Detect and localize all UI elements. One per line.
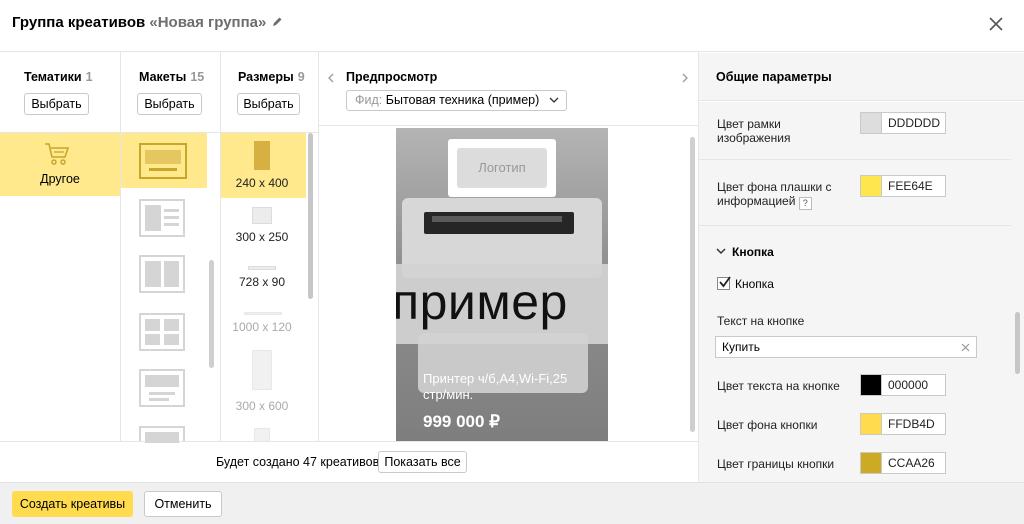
title-prefix: Группа креативов <box>12 14 146 31</box>
button-border-swatch[interactable] <box>860 452 882 474</box>
button-border-label: Цвет границы кнопки <box>717 457 835 471</box>
button-text-color-input[interactable]: 000000 <box>882 374 946 396</box>
preview-scrollbar[interactable] <box>690 137 695 432</box>
size-thumb-728x90[interactable] <box>248 266 276 270</box>
logo-placeholder: Логотип <box>457 148 547 188</box>
button-text-label: Текст на кнопке <box>717 314 805 328</box>
watermark-text: пример <box>396 274 568 330</box>
chevron-down-icon <box>549 97 559 103</box>
shopping-cart-icon <box>45 143 70 165</box>
params-scrollbar[interactable] <box>1015 312 1020 374</box>
divider <box>318 52 319 441</box>
button-checkbox-label[interactable]: Кнопка <box>735 277 774 291</box>
group-name: «Новая группа» <box>149 14 267 31</box>
dialog-header: Группа креативов «Новая группа» <box>0 0 1024 52</box>
button-border-input[interactable]: CCAA26 <box>882 452 946 474</box>
sizes-scrollbar[interactable] <box>308 133 313 299</box>
topics-header: Тематики 1 <box>24 70 93 84</box>
sizes-count: 9 <box>297 70 305 84</box>
size-label[interactable]: 728 x 90 <box>213 275 311 289</box>
plate-bg-label: Цвет фона плашки с информацией ? <box>717 180 847 210</box>
button-checkbox[interactable] <box>717 276 731 290</box>
topics-label: Тематики <box>24 70 82 84</box>
button-text-color-label: Цвет текста на кнопке <box>717 379 840 393</box>
product-price: 999 000 ₽ <box>423 412 500 431</box>
sizes-header: Размеры 9 <box>238 70 305 84</box>
checkmark-icon <box>719 276 731 288</box>
layout-item[interactable] <box>139 369 185 407</box>
frame-color-swatch[interactable] <box>860 112 882 134</box>
plate-bg-input[interactable]: FEE64E <box>882 175 946 197</box>
layouts-label: Макеты <box>139 70 187 84</box>
layouts-header: Макеты 15 <box>139 70 204 84</box>
sizes-label: Размеры <box>238 70 294 84</box>
feed-select[interactable]: Фид: Бытовая техника (пример) <box>346 90 567 111</box>
chevron-right-icon[interactable] <box>681 73 689 83</box>
layout-item[interactable] <box>139 313 185 351</box>
plate-bg-label-text: Цвет фона плашки с информацией <box>717 180 832 208</box>
layout-item[interactable] <box>139 255 185 293</box>
creatives-count-text: Будет создано 47 креативов <box>216 455 380 469</box>
layout-item-selected[interactable] <box>121 133 207 188</box>
frame-color-label: Цвет рамки изображения <box>717 117 791 145</box>
divider <box>0 441 698 442</box>
clear-icon[interactable] <box>961 343 970 352</box>
product-name: Принтер ч/б,А4,Wi-Fi,25 стр/мин. <box>423 371 568 402</box>
size-label: 240 x 400 <box>235 176 289 190</box>
preview-label: Предпросмотр <box>346 70 438 84</box>
divider <box>699 159 1011 160</box>
divider <box>699 225 1011 226</box>
divider <box>120 52 121 441</box>
button-bg-input[interactable]: FFDB4D <box>882 413 946 435</box>
size-thumb-300x600[interactable] <box>252 350 272 390</box>
topic-item-label: Другое <box>40 172 80 186</box>
layouts-count: 15 <box>190 70 205 84</box>
topics-count: 1 <box>85 70 93 84</box>
creative-preview: Логотип пример Принтер ч/б,А4,Wi-Fi,25 с… <box>396 128 608 441</box>
params-title: Общие параметры <box>716 70 832 84</box>
divider <box>318 125 698 126</box>
close-icon[interactable] <box>988 16 1004 32</box>
create-creatives-button[interactable]: Создать креативы <box>12 491 133 517</box>
button-text-color-swatch[interactable] <box>860 374 882 396</box>
button-section-title[interactable]: Кнопка <box>732 245 774 259</box>
pencil-icon[interactable] <box>271 16 283 28</box>
button-bg-swatch[interactable] <box>860 413 882 435</box>
layout-item[interactable] <box>139 426 185 443</box>
layout-item[interactable] <box>139 199 185 237</box>
button-bg-label: Цвет фона кнопки <box>717 418 818 432</box>
cancel-button[interactable]: Отменить <box>144 491 222 517</box>
button-text-value: Купить <box>722 340 760 354</box>
params-header: Общие параметры <box>699 53 1024 101</box>
size-thumb-300x250[interactable] <box>252 207 272 224</box>
topic-item-other[interactable]: Другое <box>0 133 120 196</box>
sizes-select-button[interactable]: Выбрать <box>237 93 300 115</box>
chevron-left-icon[interactable] <box>327 73 335 83</box>
size-label[interactable]: 300 x 250 <box>213 230 311 244</box>
size-label[interactable]: 1000 x 120 <box>213 320 311 334</box>
plate-bg-swatch[interactable] <box>860 175 882 197</box>
frame-color-input[interactable]: DDDDDD <box>882 112 946 134</box>
feed-value: Бытовая техника (пример) <box>385 93 540 107</box>
topics-select-button[interactable]: Выбрать <box>24 93 89 115</box>
layouts-select-button[interactable]: Выбрать <box>137 93 202 115</box>
logo-plate: Логотип <box>448 139 556 197</box>
chevron-down-icon[interactable] <box>716 248 726 255</box>
help-icon[interactable]: ? <box>798 197 812 210</box>
size-label[interactable]: 300 x 600 <box>213 399 311 413</box>
divider <box>220 52 221 441</box>
button-text-input[interactable]: Купить <box>715 336 977 358</box>
size-thumb-1000x120[interactable] <box>244 312 282 315</box>
feed-prefix: Фид: <box>355 93 383 107</box>
size-thumb[interactable] <box>254 428 270 441</box>
show-all-button[interactable]: Показать все <box>378 451 467 473</box>
dialog-title: Группа креативов «Новая группа» <box>12 14 283 31</box>
